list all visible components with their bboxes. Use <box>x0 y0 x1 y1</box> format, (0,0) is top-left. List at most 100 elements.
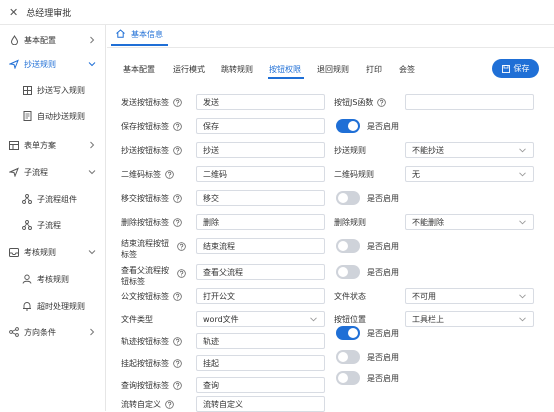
parent-flow-input[interactable]: 查看父流程 <box>196 264 325 280</box>
chevron-down-icon <box>519 172 526 177</box>
delete-rule-select[interactable]: 不能删除 <box>405 214 534 230</box>
hang-enabled-toggle[interactable] <box>336 350 360 364</box>
inbox-icon <box>9 247 19 257</box>
form-label-delete-rule: 删除规则 <box>334 218 366 227</box>
form-label-save: 保存按钮标签 <box>121 121 182 132</box>
sidebar-item-label: 基本配置 <box>24 35 56 45</box>
form-label-delete: 删除按钮标签 <box>121 217 182 228</box>
nodes-icon <box>22 194 32 204</box>
sidebar-item-basic-config[interactable]: 基本配置 <box>0 29 106 51</box>
tab-button-permissions[interactable]: 按钮权限 <box>269 64 301 75</box>
shift-input[interactable]: 移交 <box>196 190 325 206</box>
form-label-qr-rule: 二维码规则 <box>334 170 374 179</box>
parent-enabled-toggle[interactable] <box>336 265 360 279</box>
save-enabled-toggle[interactable] <box>336 119 360 133</box>
sidebar-item-label: 超时处理规则 <box>37 301 85 311</box>
form-label-qr: 二维码标签 <box>121 169 174 180</box>
filetype-select[interactable]: word文件 <box>196 311 325 327</box>
title-bar: ✕ 总经理审批 <box>0 0 554 25</box>
toggle-label: 是否启用 <box>367 194 399 203</box>
batch-js-input[interactable] <box>405 94 534 110</box>
doc-status-select[interactable]: 不可用 <box>405 288 534 304</box>
end-enabled-toggle[interactable] <box>336 239 360 253</box>
sidebar-item-subflow[interactable]: 子流程 <box>0 161 106 183</box>
form-label-parent: 查看父流程按 钮标签 <box>121 263 186 287</box>
cc-rule-select[interactable]: 不能抄送 <box>405 142 534 158</box>
custom-input[interactable]: 流转自定义 <box>196 396 325 412</box>
chevron-down-icon <box>519 294 526 299</box>
query-enabled-toggle[interactable] <box>336 371 360 385</box>
send-icon <box>9 167 19 177</box>
track-input[interactable]: 轨迹 <box>196 333 325 349</box>
tab-print[interactable]: 打印 <box>366 64 382 75</box>
send-input[interactable]: 发送 <box>196 94 325 110</box>
form-label-batch-js: 按钮JS函数 <box>334 97 387 108</box>
form-label-btnpos: 按钮位置 <box>334 315 366 324</box>
chevron-down-icon <box>519 317 526 322</box>
sidebar-item-cc-rules[interactable]: 抄送规则 <box>0 53 106 75</box>
sidebar-item-label: 子流程 <box>24 167 48 177</box>
sidebar-item-direction[interactable]: 方向条件 <box>0 321 106 343</box>
sidebar-item-assessment-rules[interactable]: 考核规则 <box>0 268 106 290</box>
form-label-send: 发送按钮标签 <box>121 97 182 108</box>
sidebar-item-cc-write-rules[interactable]: 抄送写入规则 <box>0 79 106 101</box>
sidebar-item-assessment[interactable]: 考核规则 <box>0 241 106 263</box>
sidebar-item-label: 子流程 <box>37 220 61 230</box>
sidebar-item-label: 抄送规则 <box>24 59 56 69</box>
grid-icon <box>22 85 32 95</box>
sidebar-item-subflow-component[interactable]: 子流程组件 <box>0 188 106 210</box>
help-icon <box>377 98 387 107</box>
end-flow-input[interactable]: 结束流程 <box>196 238 325 254</box>
tab-run-mode[interactable]: 运行模式 <box>173 64 205 75</box>
save-label-input[interactable]: 保存 <box>196 118 325 134</box>
form-label-cc-rule: 抄送规则 <box>334 146 366 155</box>
doc-input[interactable]: 打开公文 <box>196 288 325 304</box>
tab-countersign[interactable]: 会签 <box>399 64 415 75</box>
query-input[interactable]: 查询 <box>196 377 325 393</box>
tab-basic-config[interactable]: 基本配置 <box>123 64 155 75</box>
close-icon[interactable]: ✕ <box>9 7 18 18</box>
hang-input[interactable]: 挂起 <box>196 355 325 371</box>
cc-input[interactable]: 抄送 <box>196 142 325 158</box>
sidebar-item-auto-cc-rules[interactable]: 自动抄送规则 <box>0 105 106 127</box>
help-icon <box>165 400 174 409</box>
nodes-icon <box>22 220 32 230</box>
form-label-hang: 挂起按钮标签 <box>121 358 182 369</box>
track-enabled-toggle[interactable] <box>336 326 360 340</box>
chevron-down-icon <box>88 250 96 255</box>
sidebar-item-subflow-sub[interactable]: 子流程 <box>0 214 106 236</box>
form-label-custom: 流转自定义 <box>121 399 174 410</box>
shift-enabled-toggle[interactable] <box>336 191 360 205</box>
form-label-doc: 公文按钮标签 <box>121 291 182 302</box>
share-icon <box>9 327 19 337</box>
form-label-end: 结束流程按钮 标签 <box>121 236 186 260</box>
toggle-label: 是否启用 <box>367 122 399 131</box>
save-icon <box>501 64 510 73</box>
chevron-down-icon <box>519 220 526 225</box>
sidebar-item-label: 子流程组件 <box>37 194 77 204</box>
qr-input[interactable]: 二维码 <box>196 166 325 182</box>
help-icon <box>173 359 182 368</box>
help-icon <box>173 146 182 155</box>
save-button-label: 保存 <box>513 64 530 73</box>
sidebar-item-label: 自动抄送规则 <box>37 111 85 121</box>
chevron-down-icon <box>88 62 96 67</box>
btnpos-select[interactable]: 工具栏上 <box>405 311 534 327</box>
tab-return-rules[interactable]: 退回规则 <box>317 64 349 75</box>
chevron-right-icon <box>90 36 95 44</box>
doc-icon <box>22 111 32 121</box>
form-label-filetype: 文件类型 <box>121 315 153 324</box>
save-button[interactable]: 保存 <box>492 59 539 78</box>
toggle-label: 是否启用 <box>367 242 399 251</box>
help-icon <box>173 194 182 203</box>
toggle-label: 是否启用 <box>367 329 399 338</box>
tab-basic-info[interactable]: 基本信息 <box>111 25 168 46</box>
toggle-label: 是否启用 <box>367 268 399 277</box>
sidebar-item-label: 方向条件 <box>24 327 56 337</box>
sidebar-item-timeout-rules[interactable]: 超时处理规则 <box>0 295 106 317</box>
qr-rule-select[interactable]: 无 <box>405 166 534 182</box>
sidebar-item-label: 抄送写入规则 <box>37 85 85 95</box>
sidebar-item-form-scheme[interactable]: 表单方案 <box>0 134 106 156</box>
delete-input[interactable]: 删除 <box>196 214 325 230</box>
tab-jump-rules[interactable]: 跳转规则 <box>221 64 253 75</box>
